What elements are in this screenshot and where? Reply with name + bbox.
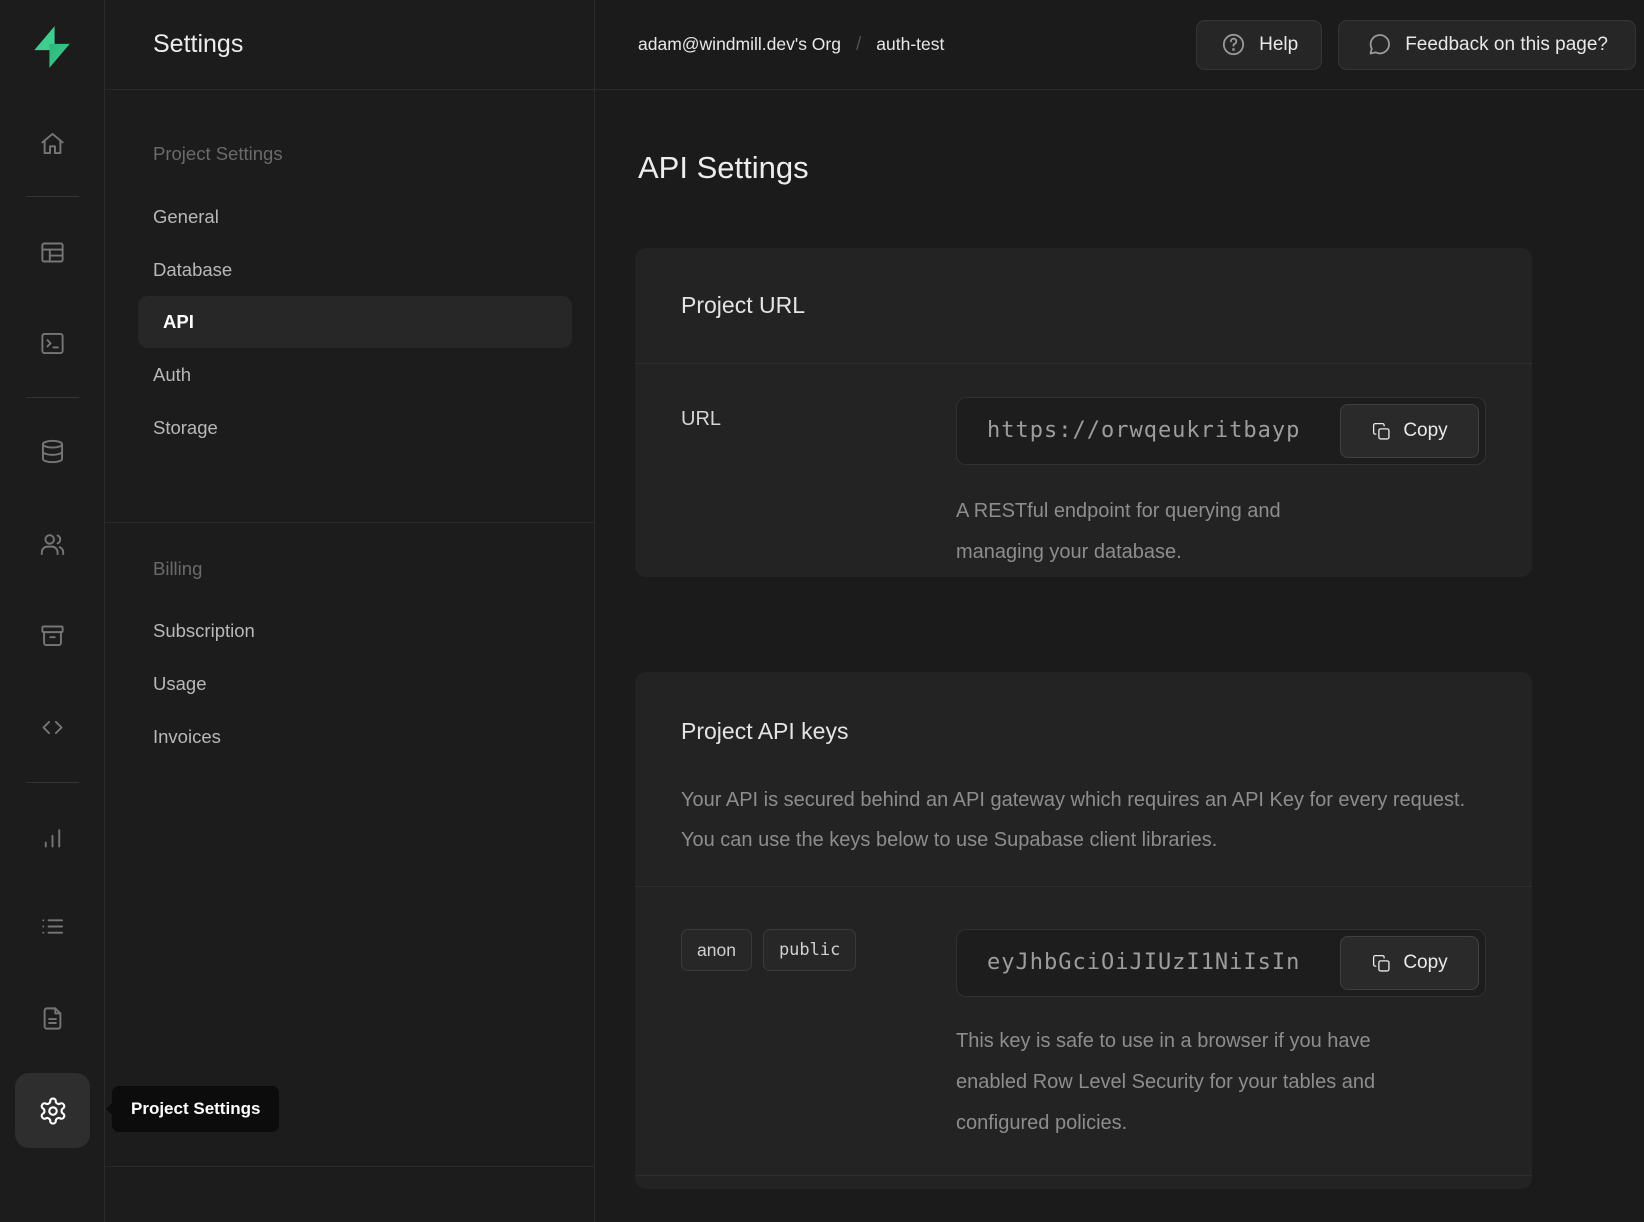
supabase-logo-icon[interactable] (27, 22, 77, 72)
project-settings-tooltip: Project Settings (112, 1086, 279, 1132)
icon-rail (0, 0, 105, 1222)
reports-icon[interactable] (30, 815, 75, 859)
message-bubble-icon (1366, 31, 1393, 58)
feedback-button[interactable]: Feedback on this page? (1338, 20, 1636, 70)
copy-icon (1371, 421, 1392, 442)
sidebar-item-auth[interactable]: Auth (105, 348, 594, 401)
supabase-dashboard: Project Settings Settings Project Settin… (0, 0, 1644, 1222)
settings-content: API Settings Project URL URL https://orw… (595, 90, 1644, 1222)
home-icon[interactable] (30, 121, 75, 165)
api-code-icon[interactable] (30, 705, 75, 749)
sidebar-item-general[interactable]: General (105, 190, 594, 243)
auth-users-icon[interactable] (30, 522, 75, 566)
project-url-card: Project URL URL https://orwqeukritbayp (635, 248, 1532, 577)
api-keys-description-line1: Your API is secured behind an API gatewa… (681, 780, 1486, 820)
database-icon[interactable] (30, 429, 75, 473)
next-key-row-divider (635, 1175, 1532, 1189)
settings-sidebar: Settings Project Settings General Databa… (105, 0, 595, 1222)
help-circle-icon (1220, 31, 1247, 58)
sidebar-header: Settings (105, 0, 594, 90)
nav-group-billing: Billing (105, 556, 594, 582)
url-label: URL (681, 397, 956, 433)
docs-icon[interactable] (30, 996, 75, 1040)
header-actions: Help Feedback on this page? (1196, 20, 1636, 70)
top-bar: adam@windmill.dev's Org / auth-test Help (595, 0, 1644, 90)
logs-icon[interactable] (30, 904, 75, 948)
anon-badge: anon (681, 929, 752, 971)
sidebar-item-subscription[interactable]: Subscription (105, 604, 594, 657)
rail-divider (26, 397, 79, 398)
sql-editor-icon[interactable] (30, 321, 75, 365)
api-keys-card-title: Project API keys (681, 716, 1486, 746)
nav-group-project-settings: Project Settings (105, 141, 594, 167)
breadcrumb-separator: / (856, 34, 861, 56)
anon-key-description: This key is safe to use in a browser if … (956, 1021, 1376, 1144)
main-area: adam@windmill.dev's Org / auth-test Help (595, 0, 1644, 1222)
sidebar-divider (105, 522, 594, 523)
key-badges: anon public (681, 929, 956, 971)
breadcrumb: adam@windmill.dev's Org / auth-test (638, 34, 944, 56)
rail-divider (26, 782, 79, 783)
copy-icon (1371, 953, 1392, 974)
copy-button-label: Copy (1403, 952, 1447, 974)
sidebar-item-database[interactable]: Database (105, 243, 594, 296)
rail-divider (26, 196, 79, 197)
copy-anon-key-button[interactable]: Copy (1340, 936, 1479, 990)
copy-url-button[interactable]: Copy (1340, 404, 1479, 458)
project-api-keys-card: Project API keys Your API is secured beh… (635, 672, 1532, 1189)
copy-button-label: Copy (1403, 420, 1447, 442)
project-url-card-title: Project URL (681, 290, 1486, 320)
sidebar-item-storage[interactable]: Storage (105, 401, 594, 454)
breadcrumb-org[interactable]: adam@windmill.dev's Org (638, 34, 841, 55)
sidebar-item-invoices[interactable]: Invoices (105, 710, 594, 763)
page-title: API Settings (638, 150, 1644, 186)
feedback-button-label: Feedback on this page? (1405, 34, 1608, 56)
help-button[interactable]: Help (1196, 20, 1322, 70)
table-editor-icon[interactable] (30, 230, 75, 274)
project-url-input[interactable]: https://orwqeukritbayp Copy (956, 397, 1486, 465)
help-button-label: Help (1259, 34, 1298, 56)
sidebar-title: Settings (153, 30, 243, 59)
sidebar-item-usage[interactable]: Usage (105, 657, 594, 710)
breadcrumb-project[interactable]: auth-test (876, 34, 944, 55)
api-keys-description: Your API is secured behind an API gatewa… (681, 780, 1486, 860)
storage-icon[interactable] (30, 613, 75, 657)
project-url-description: A RESTful endpoint for querying and mana… (956, 491, 1356, 573)
sidebar-item-api[interactable]: API (138, 296, 572, 348)
settings-gear-icon[interactable] (15, 1073, 90, 1148)
public-badge: public (763, 929, 856, 971)
anon-key-input[interactable]: eyJhbGciOiJIUzI1NiIsIn Copy (956, 929, 1486, 997)
api-keys-description-line2: You can use the keys below to use Supaba… (681, 820, 1486, 860)
sidebar-bottom-divider (105, 1166, 594, 1167)
